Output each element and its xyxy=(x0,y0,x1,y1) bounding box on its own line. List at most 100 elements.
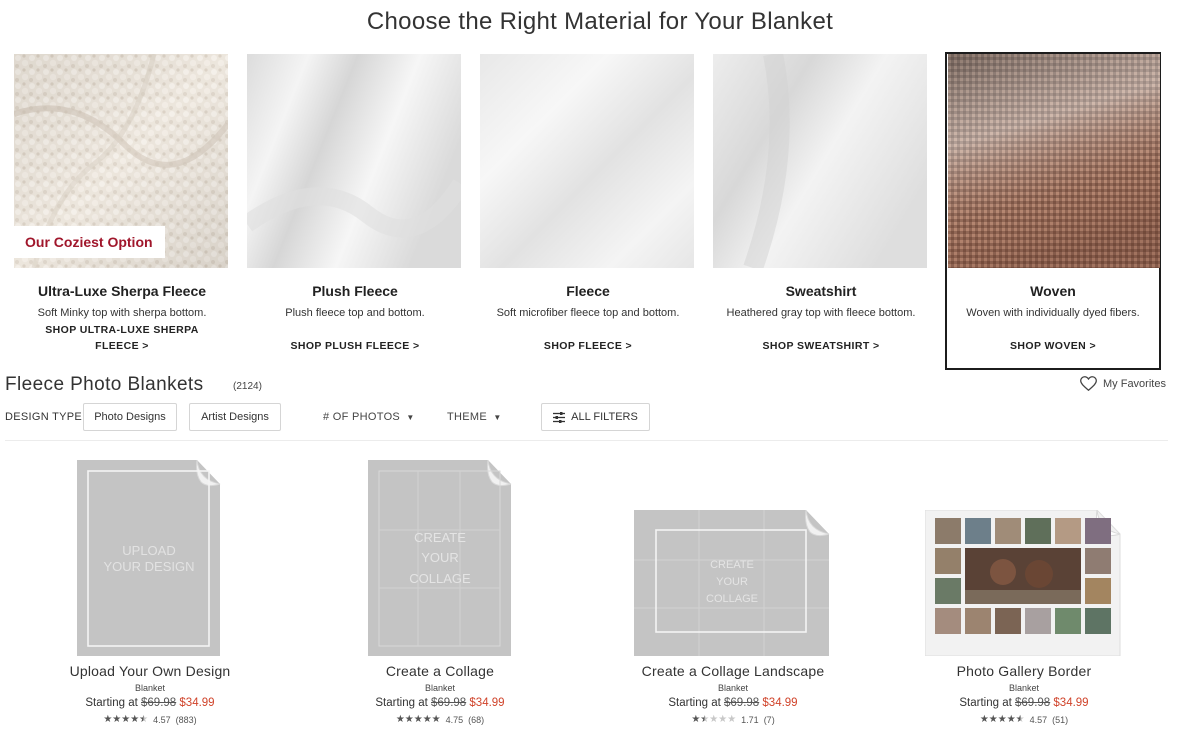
product-price: Starting at $69.98 $34.99 xyxy=(320,697,560,709)
artist-designs-button[interactable]: Artist Designs xyxy=(189,403,281,431)
my-favorites-link[interactable]: My Favorites xyxy=(1080,376,1166,391)
plush-fleece-swatch-image xyxy=(247,54,461,268)
original-price: $69.98 xyxy=(724,697,760,709)
overlay-text: COLLAGE xyxy=(409,571,471,586)
rating-value: 4.75 xyxy=(445,714,464,725)
all-filters-button[interactable]: ALL FILTERS xyxy=(541,403,650,431)
material-description: Soft microfiber fleece top and bottom. xyxy=(496,307,680,319)
product-type: Blanket xyxy=(424,683,456,693)
rating-value: 4.57 xyxy=(153,714,171,725)
star-rating-icon: ★★★★★ xyxy=(979,714,1025,725)
product-card-photo-gallery-border[interactable]: Photo Gallery Border Blanket Starting at… xyxy=(904,455,1144,735)
photo-gallery-blanket-image xyxy=(925,510,1121,656)
material-description: Heathered gray top with fleece bottom. xyxy=(726,307,916,319)
shop-fleece-link[interactable]: SHOP FLEECE > xyxy=(500,338,676,354)
starting-at-label: Starting at xyxy=(85,697,138,709)
product-name[interactable]: Create a Collage Landscape xyxy=(613,663,853,679)
result-count: (2124) xyxy=(233,381,262,392)
starting-at-label: Starting at xyxy=(375,697,428,709)
filter-bar: DESIGN TYPE Photo Designs Artist Designs… xyxy=(5,403,1165,431)
num-photos-dropdown[interactable]: # OF PHOTOS ▼ xyxy=(323,411,415,423)
overlay-text: CREATE xyxy=(414,530,466,545)
product-card-collage[interactable]: CREATE YOUR COLLAGE Create a Collage Bla… xyxy=(320,455,560,735)
caret-down-icon: ▼ xyxy=(406,413,415,422)
sale-price: $34.99 xyxy=(1053,697,1089,709)
product-rating: ★★★★★ 1.71 (7) xyxy=(613,714,853,725)
material-card-woven[interactable]: Woven Woven with individually dyed fiber… xyxy=(945,52,1161,370)
product-type: Blanket xyxy=(1008,683,1040,693)
material-name: Sweatshirt xyxy=(785,283,857,299)
product-type: Blanket xyxy=(717,683,749,693)
upload-blanket-image: UPLOAD YOUR DESIGN xyxy=(77,460,221,656)
material-name: Fleece xyxy=(566,283,610,299)
section-title: Fleece Photo Blankets xyxy=(5,374,204,395)
theme-dropdown[interactable]: THEME ▼ xyxy=(447,411,502,423)
photo-designs-button[interactable]: Photo Designs xyxy=(83,403,177,431)
material-card-sweatshirt[interactable]: Sweatshirt Heathered gray top with fleec… xyxy=(713,54,929,370)
product-card-collage-landscape[interactable]: CREATE YOUR COLLAGE Create a Collage Lan… xyxy=(613,455,853,735)
star-rating-icon: ★★★★★ xyxy=(395,714,441,725)
collage-landscape-blanket-image: CREATE YOUR COLLAGE xyxy=(634,510,830,656)
product-name[interactable]: Photo Gallery Border xyxy=(904,663,1144,679)
material-description: Soft Minky top with sherpa bottom. xyxy=(37,307,207,319)
overlay-text: CREATE xyxy=(710,559,754,571)
sliders-icon xyxy=(553,411,566,423)
overlay-text: COLLAGE xyxy=(706,593,758,605)
rating-value: 4.57 xyxy=(1029,714,1048,725)
original-price: $69.98 xyxy=(141,697,177,709)
coziest-option-badge: Our Coziest Option xyxy=(14,226,165,258)
product-type: Blanket xyxy=(134,683,166,693)
page-title: Choose the Right Material for Your Blank… xyxy=(366,8,834,35)
product-card-upload[interactable]: UPLOAD YOUR DESIGN Upload Your Own Desig… xyxy=(30,455,270,735)
shop-woven-link[interactable]: SHOP WOVEN > xyxy=(967,338,1139,354)
material-description: Plush fleece top and bottom. xyxy=(285,307,425,319)
product-name[interactable]: Create a Collage xyxy=(320,663,560,679)
material-card-plush-fleece[interactable]: Plush Fleece Plush fleece top and bottom… xyxy=(247,54,463,370)
divider xyxy=(5,440,1168,441)
product-rating: ★★★★★ 4.57 (883) xyxy=(30,714,270,725)
star-rating-icon: ★★★★★ xyxy=(103,714,149,725)
product-price: Starting at $69.98 $34.99 xyxy=(30,697,270,709)
sale-price: $34.99 xyxy=(469,697,505,709)
shop-plush-fleece-link[interactable]: SHOP PLUSH FLEECE > xyxy=(267,338,443,354)
overlay-text: YOUR DESIGN xyxy=(103,559,194,574)
product-name[interactable]: Upload Your Own Design xyxy=(30,663,270,679)
material-card-sherpa[interactable]: Our Coziest Option Ultra-Luxe Sherpa Fle… xyxy=(14,54,230,370)
fleece-swatch-image xyxy=(480,54,694,268)
review-count: (883) xyxy=(175,714,197,725)
original-price: $69.98 xyxy=(431,697,467,709)
review-count: (7) xyxy=(763,714,775,725)
material-name: Plush Fleece xyxy=(312,283,398,299)
material-options: Our Coziest Option Ultra-Luxe Sherpa Fle… xyxy=(14,52,1164,372)
material-name: Woven xyxy=(1030,283,1076,299)
star-rating-icon: ★★★★★ xyxy=(691,714,737,725)
material-card-fleece[interactable]: Fleece Soft microfiber fleece top and bo… xyxy=(480,54,696,370)
starting-at-label: Starting at xyxy=(959,697,1012,709)
overlay-text: YOUR xyxy=(421,550,459,565)
shop-sweatshirt-link[interactable]: SHOP SWEATSHIRT > xyxy=(733,338,909,354)
theme-label: THEME xyxy=(447,411,487,423)
all-filters-label: ALL FILTERS xyxy=(571,411,638,423)
rating-value: 1.71 xyxy=(741,714,759,725)
heart-icon xyxy=(1080,376,1097,391)
design-type-label: DESIGN TYPE xyxy=(5,411,83,423)
product-price: Starting at $69.98 $34.99 xyxy=(613,697,853,709)
overlay-text: YOUR xyxy=(716,576,748,588)
sweatshirt-swatch-image xyxy=(713,54,927,268)
starting-at-label: Starting at xyxy=(668,697,721,709)
sale-price: $34.99 xyxy=(179,697,215,709)
collage-blanket-image: CREATE YOUR COLLAGE xyxy=(368,460,512,656)
my-favorites-label: My Favorites xyxy=(1103,377,1166,390)
overlay-text: UPLOAD xyxy=(122,543,175,558)
product-rating: ★★★★★ 4.57 (51) xyxy=(904,714,1144,725)
sale-price: $34.99 xyxy=(762,697,798,709)
product-rating: ★★★★★ 4.75 (68) xyxy=(320,714,560,725)
woven-swatch-image xyxy=(948,54,1160,268)
material-description: Woven with individually dyed fibers. xyxy=(966,307,1140,319)
product-price: Starting at $69.98 $34.99 xyxy=(904,697,1144,709)
review-count: (51) xyxy=(1052,714,1069,725)
original-price: $69.98 xyxy=(1015,697,1051,709)
shop-sherpa-link[interactable]: SHOP ULTRA-LUXE SHERPA FLEECE > xyxy=(34,322,210,354)
num-photos-label: # OF PHOTOS xyxy=(323,411,401,423)
review-count: (68) xyxy=(468,714,485,725)
